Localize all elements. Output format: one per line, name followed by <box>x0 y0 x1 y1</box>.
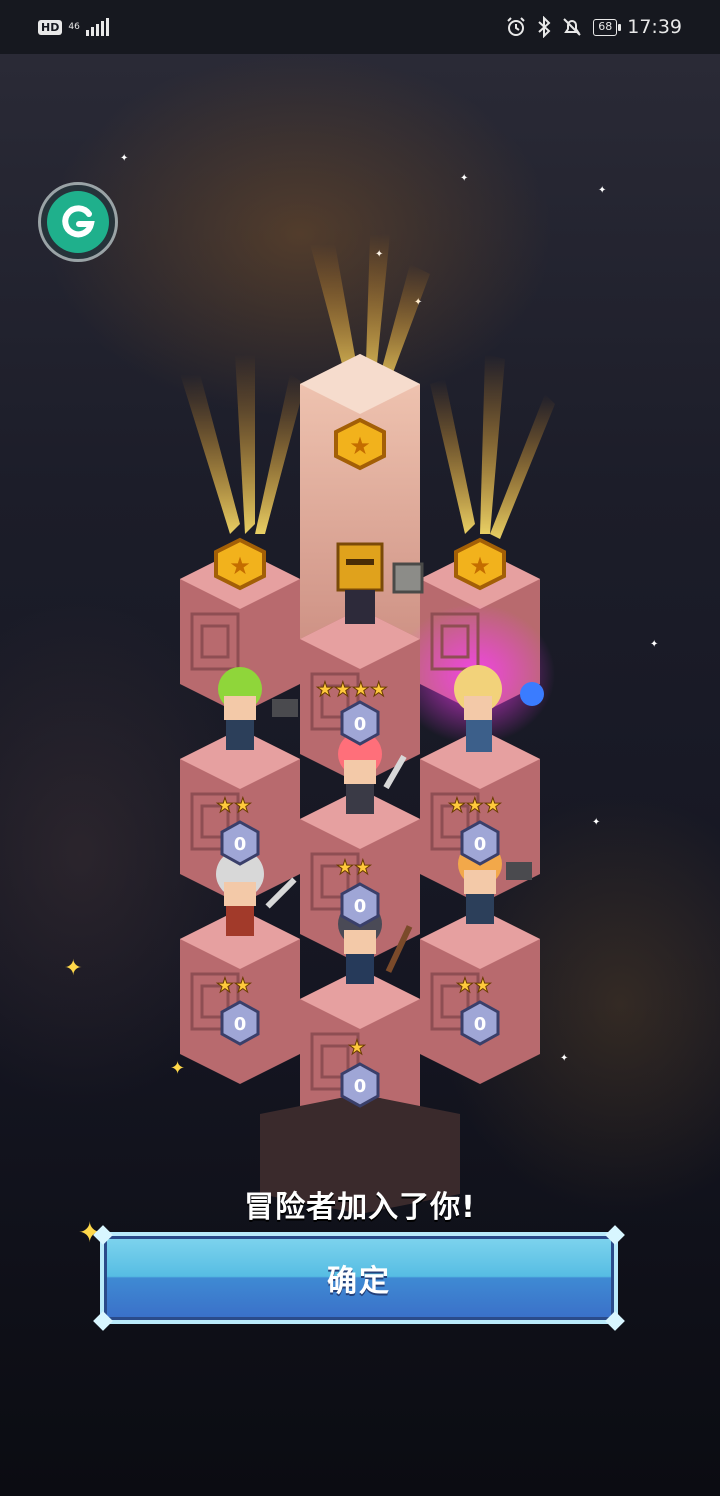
svg-text:★★: ★★ <box>456 973 492 997</box>
sparkle-icon: ✦ <box>598 185 607 196</box>
corner-gem-icon <box>605 1225 625 1245</box>
level-text-0: 0 <box>354 714 367 735</box>
level-text-2: 0 <box>354 896 367 917</box>
confirm-button[interactable]: 确定 <box>93 1225 625 1331</box>
svg-text:★: ★ <box>349 432 371 460</box>
svg-text:★★★★: ★★★★ <box>316 677 388 701</box>
hd-badge: HD <box>38 19 63 35</box>
confirm-label: 确定 <box>327 1264 391 1299</box>
svg-text:★★★: ★★★ <box>448 793 502 817</box>
corner-gem-icon <box>605 1311 625 1331</box>
level-text-5: 0 <box>474 1014 487 1035</box>
sparkle-icon: ✦ <box>650 639 659 650</box>
sparkle-icon: ✦ <box>460 173 469 184</box>
sparkle-icon: ✦ <box>592 817 601 828</box>
g-logo-icon <box>47 191 109 253</box>
battery-icon: 68 <box>593 18 622 36</box>
gold-medal-icon: ★ <box>454 537 506 591</box>
recruit-message: 冒险者加入了你! <box>244 1190 476 1225</box>
level-text-4: 0 <box>234 1014 247 1035</box>
game-scene: ✦ ✦ ✦ ✦ ✦ ✦ ✦ ✦ ✦ ✦ ✦ <box>0 54 720 1496</box>
status-right: 68 17:39 <box>505 16 682 38</box>
g-float-button[interactable] <box>38 182 118 262</box>
mute-bell-icon <box>563 18 581 36</box>
svg-text:★: ★ <box>469 552 491 580</box>
level-text-3: 0 <box>474 834 487 855</box>
svg-text:★★: ★★ <box>336 855 372 879</box>
gold-sparkle-icon: ✦ <box>64 956 83 981</box>
svg-text:★: ★ <box>348 1035 366 1059</box>
sparkle-icon: ✦ <box>560 1053 569 1064</box>
signal-icon <box>85 18 109 36</box>
svg-text:★★: ★★ <box>216 793 252 817</box>
status-left: HD 46 <box>38 18 109 36</box>
gold-medal-icon: ★ <box>334 417 386 471</box>
clock: 17:39 <box>627 16 682 38</box>
network-type: 46 <box>68 21 80 32</box>
status-bar: HD 46 68 17:39 <box>0 0 720 54</box>
corner-gem-icon <box>93 1311 113 1331</box>
svg-text:★★: ★★ <box>216 973 252 997</box>
gold-medal-icon: ★ <box>214 537 266 591</box>
hero-tower: ★ ★ ★ ★★★★ ★★ ★★★ ★★ ★★ ★★ ★ 0 0 0 0 0 0… <box>180 234 555 1214</box>
bluetooth-icon <box>538 16 551 38</box>
sparkle-icon: ✦ <box>120 153 129 164</box>
alarm-icon <box>507 17 525 36</box>
svg-text:★: ★ <box>229 552 251 580</box>
level-text-6: 0 <box>354 1076 367 1097</box>
level-text-1: 0 <box>234 834 247 855</box>
